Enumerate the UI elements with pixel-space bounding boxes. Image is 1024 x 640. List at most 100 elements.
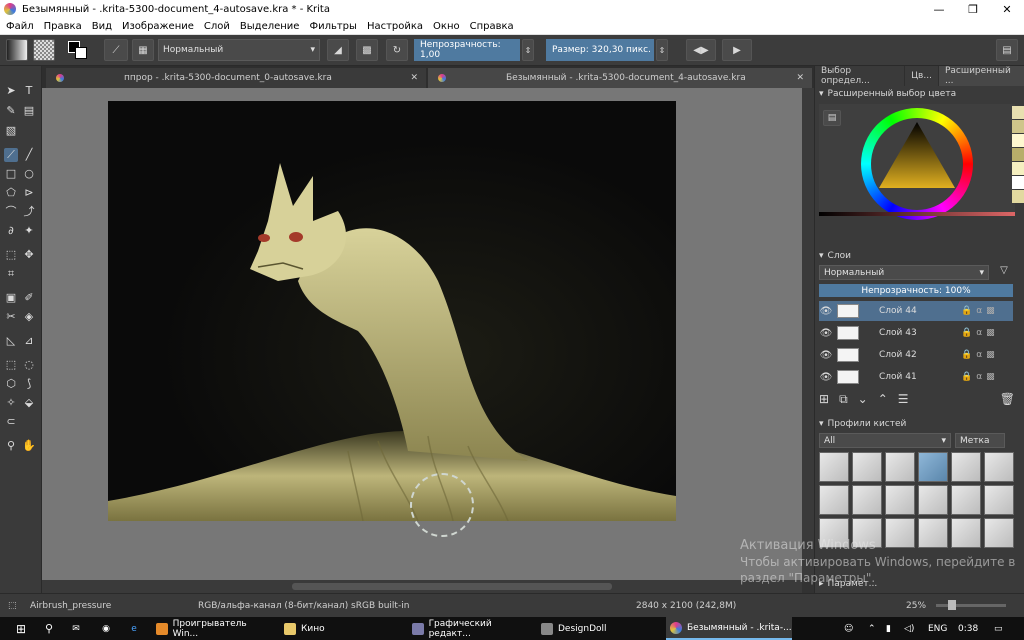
color-history-strip[interactable]: [819, 212, 1015, 216]
menu-edit[interactable]: Правка: [44, 21, 82, 32]
layer-row[interactable]: 👁 Слой 44 🔒α▩: [819, 301, 1013, 321]
brush-tag-button[interactable]: Метка: [955, 433, 1005, 448]
opacity-slider[interactable]: Непрозрачность: 1,00: [414, 39, 520, 61]
tab-document-4[interactable]: Безымянный - .krita-5300-document_4-auto…: [428, 68, 812, 88]
freehand-select-tool[interactable]: ⟆: [22, 377, 36, 391]
select-shapes-tool[interactable]: ➤: [4, 84, 18, 98]
layer-blend-mode-select[interactable]: Нормальный ▾: [819, 265, 989, 280]
vertical-scrollbar[interactable]: [802, 88, 814, 580]
brush-preset[interactable]: [918, 452, 948, 482]
bezier-select-tool[interactable]: ⊂: [4, 415, 18, 429]
zoom-tool[interactable]: ⚲: [4, 439, 18, 453]
multibrush-tool[interactable]: ✦: [22, 224, 36, 238]
preserve-alpha-button[interactable]: ▩: [356, 39, 378, 61]
eye-icon[interactable]: 👁: [819, 328, 833, 339]
taskbar-designdoll[interactable]: DesignDoll: [537, 617, 662, 640]
opacity-spin[interactable]: ⇕: [522, 39, 534, 61]
tab-document-0[interactable]: ппрор - .krita-5300-document_0-autosave.…: [46, 68, 426, 88]
brush-preset[interactable]: [819, 452, 849, 482]
freehand-path-tool[interactable]: ⤴: [22, 205, 36, 219]
move-tool[interactable]: ✥: [22, 248, 36, 262]
blend-mode-select[interactable]: Нормальный ▾: [158, 39, 320, 61]
hue-ring[interactable]: [861, 108, 973, 220]
brush-preset[interactable]: [852, 485, 882, 515]
eye-icon[interactable]: 👁: [819, 372, 833, 383]
color-settings-button[interactable]: ▤: [823, 110, 841, 126]
layer-opacity-slider[interactable]: Непрозрачность: 100%: [819, 284, 1013, 297]
brush-preset[interactable]: [885, 485, 915, 515]
color-picker-tool[interactable]: ✐: [22, 291, 36, 305]
layer-row[interactable]: 👁 Слой 41 🔒α▩: [819, 367, 1013, 387]
pattern-preset-button[interactable]: [33, 39, 55, 61]
add-layer-icon[interactable]: ⊞: [819, 392, 829, 406]
artwork-canvas[interactable]: [108, 101, 676, 521]
language-indicator[interactable]: ENG: [924, 617, 950, 640]
clock[interactable]: 0:38: [954, 617, 984, 640]
minimize-button[interactable]: —: [922, 0, 956, 18]
assistant-tool[interactable]: ◺: [4, 334, 18, 348]
brush-preset[interactable]: [852, 452, 882, 482]
polyline-tool[interactable]: ⊳: [22, 186, 36, 200]
smart-patch-tool[interactable]: ✂: [4, 310, 18, 324]
layer-flags[interactable]: 🔒α▩: [961, 306, 1013, 316]
menu-select[interactable]: Выделение: [240, 21, 300, 32]
fill-tool[interactable]: ◈: [22, 310, 36, 324]
menu-file[interactable]: Файл: [6, 21, 34, 32]
menu-help[interactable]: Справка: [470, 21, 514, 32]
workspace-chooser-button[interactable]: ▤: [996, 39, 1018, 61]
maximize-button[interactable]: ❐: [956, 0, 990, 18]
size-spin[interactable]: ⇕: [656, 39, 668, 61]
layer-filter-button[interactable]: ▽: [993, 265, 1015, 280]
brush-preset-button[interactable]: ⟋: [104, 39, 128, 61]
sv-triangle[interactable]: [871, 118, 963, 210]
bezier-tool[interactable]: ⌒: [4, 205, 18, 219]
windows-start-icon[interactable]: ⊞: [4, 617, 34, 640]
rect-select-tool[interactable]: ⬚: [4, 358, 18, 372]
eye-icon[interactable]: 👁: [819, 306, 833, 317]
polygon-select-tool[interactable]: ⬡: [4, 377, 18, 391]
brush-preset[interactable]: [885, 452, 915, 482]
rectangle-tool[interactable]: □: [4, 167, 18, 181]
tray-arrow-icon[interactable]: ⌃: [864, 617, 880, 640]
brush-preset[interactable]: [984, 485, 1014, 515]
menu-image[interactable]: Изображение: [122, 21, 194, 32]
menu-view[interactable]: Вид: [92, 21, 112, 32]
ellipse-select-tool[interactable]: ◌: [22, 358, 36, 372]
taskbar-media-player[interactable]: Проигрыватель Win...: [152, 617, 272, 640]
calligraphy-tool[interactable]: ▤: [22, 104, 36, 118]
tab-close-icon[interactable]: ✕: [796, 73, 804, 83]
eraser-mode-button[interactable]: ◢: [327, 39, 349, 61]
layer-flags[interactable]: 🔒α▩: [961, 372, 1013, 382]
layer-flags[interactable]: 🔒α▩: [961, 350, 1013, 360]
menu-filters[interactable]: Фильтры: [309, 21, 356, 32]
tab-close-icon[interactable]: ✕: [410, 73, 418, 83]
zoom-slider-handle[interactable]: [948, 600, 956, 610]
menu-layer[interactable]: Слой: [204, 21, 230, 32]
brush-preset[interactable]: [951, 452, 981, 482]
brush-editor-button[interactable]: ▦: [132, 39, 154, 61]
chrome-icon[interactable]: ◉: [92, 617, 116, 640]
network-icon[interactable]: ▮: [882, 617, 898, 640]
menu-settings[interactable]: Настройка: [367, 21, 423, 32]
edit-shapes-tool[interactable]: ✎: [4, 104, 18, 118]
people-icon[interactable]: ☺: [840, 617, 860, 640]
eye-icon[interactable]: 👁: [819, 350, 833, 361]
search-icon[interactable]: ⚲: [34, 617, 60, 640]
gradient-tool-icon[interactable]: ▧: [4, 124, 18, 138]
measure-tool[interactable]: ⊿: [22, 334, 36, 348]
gradient-preset-button[interactable]: [6, 39, 28, 61]
close-button[interactable]: ✕: [990, 0, 1024, 18]
layer-properties-icon[interactable]: ☰: [898, 392, 909, 406]
text-tool[interactable]: T: [22, 84, 36, 98]
horizontal-scroll-thumb[interactable]: [292, 583, 612, 590]
brush-preset[interactable]: [951, 485, 981, 515]
duplicate-layer-icon[interactable]: ⧉: [839, 392, 848, 407]
similar-select-tool[interactable]: ⬙: [22, 396, 36, 410]
move-up-icon[interactable]: ⌃: [878, 392, 888, 406]
ellipse-tool[interactable]: ○: [22, 167, 36, 181]
edge-icon[interactable]: e: [120, 617, 144, 640]
reload-preset-button[interactable]: ↻: [386, 39, 408, 61]
advanced-color-selector[interactable]: ▤: [819, 104, 1015, 220]
line-tool[interactable]: ╱: [22, 148, 36, 162]
mirror-vertical-button[interactable]: ▶: [722, 39, 752, 61]
